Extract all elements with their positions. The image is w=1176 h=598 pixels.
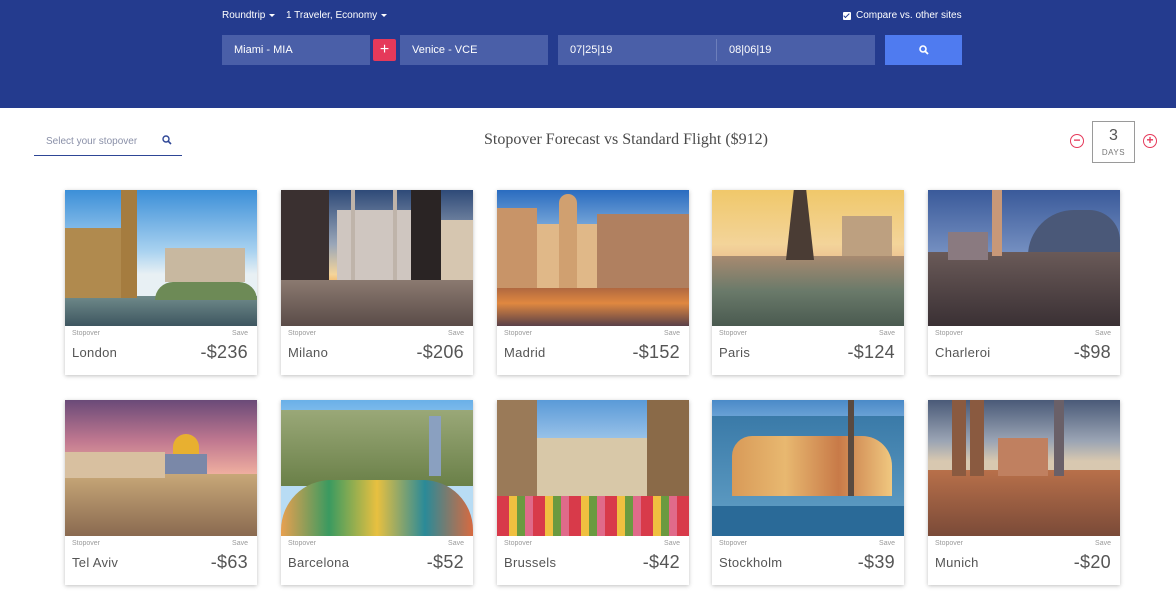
date-divider bbox=[716, 39, 717, 61]
savings-price: -$206 bbox=[416, 342, 464, 362]
milano-photo bbox=[281, 190, 473, 326]
savings-price: -$39 bbox=[857, 552, 895, 572]
stopover-label: Stopover bbox=[719, 540, 748, 547]
london-photo bbox=[65, 190, 257, 326]
save-label: Save bbox=[664, 330, 680, 337]
stopover-label: Stopover bbox=[288, 540, 317, 547]
depart-date-field[interactable]: 07|25|19 bbox=[558, 35, 717, 65]
save-label: Save bbox=[448, 330, 464, 337]
return-date-value: 08|06|19 bbox=[729, 44, 772, 56]
add-stop-button[interactable]: + bbox=[373, 39, 396, 61]
destination-card[interactable]: Stopover Save Milano -$206 bbox=[281, 190, 473, 375]
destination-card[interactable]: Stopover Save Paris -$124 bbox=[712, 190, 904, 375]
depart-date-value: 07|25|19 bbox=[570, 44, 613, 56]
savings-price: -$20 bbox=[1073, 552, 1111, 572]
destination-card[interactable]: Stopover Save London -$236 bbox=[65, 190, 257, 375]
stopover-label: Stopover bbox=[72, 330, 101, 337]
savings-price: -$63 bbox=[210, 552, 248, 572]
city-name: Paris bbox=[719, 345, 751, 360]
destination-card[interactable]: Stopover Save Tel Aviv -$63 bbox=[65, 400, 257, 585]
savings-price: -$52 bbox=[426, 552, 464, 572]
compare-checkbox[interactable]: Compare vs. other sites bbox=[843, 10, 962, 21]
trip-type-dropdown[interactable]: Roundtrip bbox=[222, 10, 276, 21]
origin-field[interactable]: Miami - MIA bbox=[222, 35, 370, 65]
brussels-photo bbox=[497, 400, 689, 536]
stopover-label: Stopover bbox=[504, 540, 533, 547]
savings-price: -$42 bbox=[642, 552, 680, 572]
travelers-dropdown[interactable]: 1 Traveler, Economy bbox=[286, 10, 388, 21]
barcelona-photo bbox=[281, 400, 473, 536]
city-name: Stockholm bbox=[719, 555, 783, 570]
origin-value: Miami - MIA bbox=[234, 44, 293, 56]
stockholm-photo bbox=[712, 400, 904, 536]
save-label: Save bbox=[1095, 540, 1111, 547]
stopover-label: Stopover bbox=[719, 330, 748, 337]
compare-label: Compare vs. other sites bbox=[856, 10, 962, 21]
city-name: London bbox=[72, 345, 118, 360]
charleroi-photo bbox=[928, 190, 1120, 326]
days-label: DAYS bbox=[1101, 148, 1126, 157]
page-title: Stopover Forecast vs Standard Flight ($9… bbox=[484, 131, 768, 148]
save-label: Save bbox=[879, 540, 895, 547]
save-label: Save bbox=[232, 540, 248, 547]
save-label: Save bbox=[879, 330, 895, 337]
travelers-label: 1 Traveler, Economy bbox=[286, 10, 378, 21]
stopover-label: Stopover bbox=[504, 330, 533, 337]
days-counter: 3 DAYS bbox=[1092, 121, 1135, 163]
savings-price: -$236 bbox=[200, 342, 248, 362]
destination-card[interactable]: Stopover Save Munich -$20 bbox=[928, 400, 1120, 585]
destination-field[interactable]: Venice - VCE bbox=[400, 35, 548, 65]
destination-card[interactable]: Stopover Save Stockholm -$39 bbox=[712, 400, 904, 585]
savings-price: -$152 bbox=[632, 342, 680, 362]
city-name: Milano bbox=[288, 345, 329, 360]
return-date-field[interactable]: 08|06|19 bbox=[717, 35, 875, 65]
destination-card[interactable]: Stopover Save Brussels -$42 bbox=[497, 400, 689, 585]
destination-card[interactable]: Stopover Save Barcelona -$52 bbox=[281, 400, 473, 585]
save-label: Save bbox=[232, 330, 248, 337]
madrid-photo bbox=[497, 190, 689, 326]
stopover-label: Stopover bbox=[72, 540, 101, 547]
days-value: 3 bbox=[1109, 127, 1118, 144]
trip-type-label: Roundtrip bbox=[222, 10, 266, 21]
checkbox-checked-icon[interactable] bbox=[843, 11, 851, 20]
stopover-label: Stopover bbox=[935, 540, 964, 547]
decrease-days-button[interactable]: − bbox=[1070, 134, 1084, 148]
stopover-label: Stopover bbox=[288, 330, 317, 337]
search-icon bbox=[918, 45, 929, 55]
search-button[interactable] bbox=[885, 35, 962, 65]
chevron-down-icon bbox=[381, 14, 388, 17]
increase-days-button[interactable]: + bbox=[1143, 134, 1157, 148]
destination-card[interactable]: Stopover Save Charleroi -$98 bbox=[928, 190, 1120, 375]
search-header: Roundtrip 1 Traveler, Economy Compare vs… bbox=[0, 0, 1176, 108]
save-label: Save bbox=[664, 540, 680, 547]
stopover-label: Stopover bbox=[935, 330, 964, 337]
city-name: Barcelona bbox=[288, 555, 350, 570]
paris-photo bbox=[712, 190, 904, 326]
savings-price: -$98 bbox=[1073, 342, 1111, 362]
save-label: Save bbox=[448, 540, 464, 547]
save-label: Save bbox=[1095, 330, 1111, 337]
destination-card[interactable]: Stopover Save Madrid -$152 bbox=[497, 190, 689, 375]
city-name: Munich bbox=[935, 555, 979, 570]
city-name: Tel Aviv bbox=[72, 555, 119, 570]
tel-aviv-photo bbox=[65, 400, 257, 536]
savings-price: -$124 bbox=[847, 342, 895, 362]
city-name: Charleroi bbox=[935, 345, 991, 360]
munich-photo bbox=[928, 400, 1120, 536]
destination-value: Venice - VCE bbox=[412, 44, 478, 56]
city-name: Brussels bbox=[504, 555, 557, 570]
chevron-down-icon bbox=[269, 14, 276, 17]
city-name: Madrid bbox=[504, 345, 546, 360]
